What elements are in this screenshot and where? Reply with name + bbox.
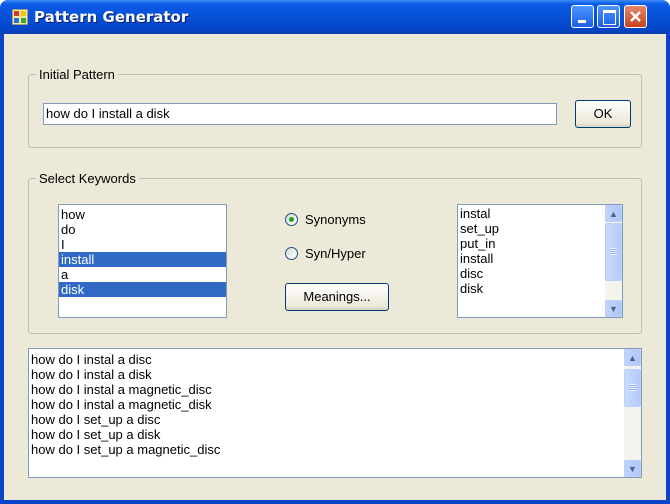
- result-item[interactable]: how do I set_up a disc: [29, 412, 641, 427]
- synonym-item[interactable]: put_in: [458, 236, 622, 251]
- title-bar[interactable]: Pattern Generator: [0, 0, 670, 34]
- scroll-down-arrow-icon[interactable]: ▼: [605, 300, 622, 317]
- keyword-item[interactable]: a: [59, 267, 226, 282]
- keyword-item-selected[interactable]: disk: [59, 282, 226, 297]
- scroll-down-arrow-icon[interactable]: ▼: [624, 460, 641, 477]
- synonym-item[interactable]: disk: [458, 281, 622, 296]
- synonyms-radio-label: Synonyms: [305, 212, 366, 227]
- pattern-generator-window: Pattern Generator Initial Pattern how do…: [0, 0, 670, 504]
- results-scrollbar[interactable]: ▲ ▼: [624, 349, 641, 477]
- select-keywords-group: Select Keywords how do I install a disk …: [28, 171, 642, 334]
- synonyms-scrollbar[interactable]: ▲ ▼: [605, 205, 622, 317]
- initial-pattern-legend: Initial Pattern: [36, 67, 118, 82]
- synhyper-radio-label: Syn/Hyper: [305, 246, 366, 261]
- synonyms-radio[interactable]: Synonyms: [285, 212, 366, 227]
- result-item[interactable]: how do I set_up a magnetic_disc: [29, 442, 641, 457]
- results-list[interactable]: how do I instal a disc how do I instal a…: [28, 348, 642, 478]
- maximize-button[interactable]: [597, 5, 620, 28]
- close-icon: [630, 11, 641, 22]
- synonym-item[interactable]: disc: [458, 266, 622, 281]
- result-item[interactable]: how do I instal a magnetic_disc: [29, 382, 641, 397]
- window-title: Pattern Generator: [34, 8, 189, 26]
- result-item[interactable]: how do I instal a magnetic_disk: [29, 397, 641, 412]
- initial-pattern-input[interactable]: how do I install a disk: [43, 103, 557, 125]
- scroll-up-arrow-icon[interactable]: ▲: [624, 349, 641, 366]
- close-button[interactable]: [624, 5, 647, 28]
- result-item[interactable]: how do I instal a disc: [29, 352, 641, 367]
- radio-unchecked-icon: [285, 247, 298, 260]
- keyword-item[interactable]: how: [59, 207, 226, 222]
- synonym-item[interactable]: set_up: [458, 221, 622, 236]
- app-icon: [12, 9, 28, 25]
- scroll-thumb[interactable]: [605, 223, 622, 281]
- synonyms-list[interactable]: instal set_up put_in install disc disk ▲…: [457, 204, 623, 318]
- synonym-item[interactable]: install: [458, 251, 622, 266]
- initial-pattern-group: Initial Pattern how do I install a disk …: [28, 67, 642, 148]
- client-area: Initial Pattern how do I install a disk …: [4, 34, 666, 500]
- result-item[interactable]: how do I instal a disk: [29, 367, 641, 382]
- keyword-item-selected[interactable]: install: [59, 252, 226, 267]
- select-keywords-legend: Select Keywords: [36, 171, 139, 186]
- minimize-button[interactable]: [571, 5, 594, 28]
- keywords-list[interactable]: how do I install a disk: [58, 204, 227, 318]
- radio-checked-icon: [285, 213, 298, 226]
- synhyper-radio[interactable]: Syn/Hyper: [285, 246, 366, 261]
- ok-button[interactable]: OK: [575, 100, 631, 128]
- scroll-up-arrow-icon[interactable]: ▲: [605, 205, 622, 222]
- synonym-item[interactable]: instal: [458, 206, 622, 221]
- result-item[interactable]: how do I set_up a disk: [29, 427, 641, 442]
- keyword-item[interactable]: do: [59, 222, 226, 237]
- meanings-button[interactable]: Meanings...: [285, 283, 389, 311]
- scroll-thumb[interactable]: [624, 369, 641, 407]
- keyword-item[interactable]: I: [59, 237, 226, 252]
